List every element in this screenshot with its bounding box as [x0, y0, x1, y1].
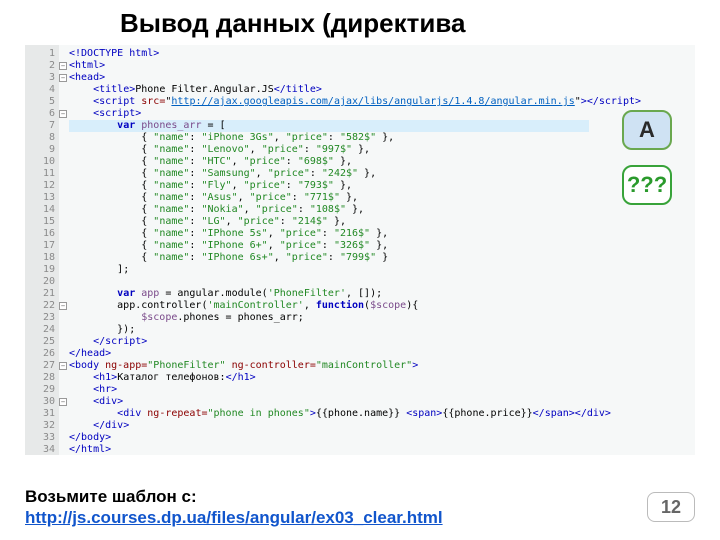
marker-a-badge: A	[622, 110, 672, 150]
footer-note: Возьмите шаблон с: http://js.courses.dp.…	[25, 486, 443, 529]
code-area: <!DOCTYPE html> <html> <head> <title>Pho…	[69, 45, 695, 455]
footer-label: Возьмите шаблон с:	[25, 487, 197, 506]
marker-question-badge: ???	[622, 165, 672, 205]
page-number: 12	[647, 492, 695, 522]
template-link[interactable]: http://js.courses.dp.ua/files/angular/ex…	[25, 508, 443, 527]
page-title: Вывод данных (директива	[0, 0, 720, 45]
code-editor: 1 2− 3− 45 6− 789101112 131415161718 192…	[25, 45, 695, 455]
line-gutter: 1 2− 3− 45 6− 789101112 131415161718 192…	[25, 45, 59, 455]
